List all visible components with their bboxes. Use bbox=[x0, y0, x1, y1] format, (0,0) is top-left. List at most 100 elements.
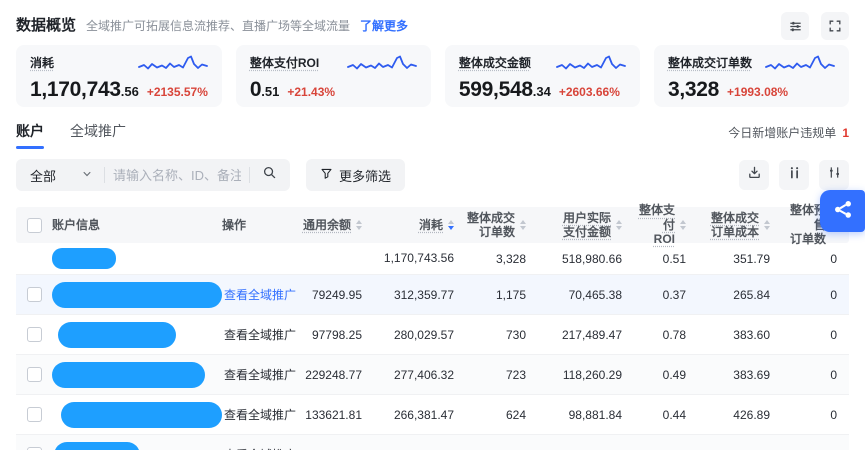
view-global-promotion-link[interactable]: 查看全域推广 bbox=[222, 366, 296, 383]
scope-dropdown[interactable]: 全部 bbox=[26, 166, 96, 185]
tab-global-promotion[interactable]: 全域推广 bbox=[70, 121, 126, 149]
row-checkbox[interactable] bbox=[27, 327, 42, 342]
kpi-change-badge: +2135.57% bbox=[147, 85, 208, 99]
kpi-change-badge: +2603.66% bbox=[559, 85, 620, 99]
kpi-value: 599,548 bbox=[459, 78, 533, 102]
columns-icon bbox=[787, 165, 802, 185]
orders-cell: 69 bbox=[466, 435, 538, 450]
cost-cell: 312,359.77 bbox=[374, 275, 466, 314]
account-redaction bbox=[61, 402, 222, 428]
search-input[interactable] bbox=[113, 168, 241, 183]
presale-cell: 0 bbox=[782, 243, 849, 274]
roi-cell: 0.45 bbox=[634, 435, 698, 450]
fullscreen-button[interactable] bbox=[821, 12, 849, 40]
share-icon bbox=[832, 198, 854, 225]
sort-caret-icon bbox=[764, 220, 770, 230]
view-global-promotion-link[interactable]: 查看全域推广 bbox=[222, 326, 296, 343]
kpi-card[interactable]: 整体成交订单数 3,328 +1993.08% bbox=[654, 45, 849, 107]
kpi-card[interactable]: 整体成交金额 599,548 .34 +2603.66% bbox=[445, 45, 640, 107]
custom-columns-button[interactable] bbox=[779, 160, 809, 190]
page-subtitle: 全域推广可拓展信息流推荐、直播广场等全域流量 bbox=[86, 17, 350, 34]
account-redaction bbox=[52, 248, 116, 269]
search-button[interactable] bbox=[258, 164, 280, 186]
roi-cell: 0.37 bbox=[634, 275, 698, 314]
table-row[interactable]: 查看全域推广229248.77277,406.32723118,260.290.… bbox=[16, 355, 849, 395]
kpi-value: 1,170,743 bbox=[30, 78, 121, 102]
select-all-checkbox[interactable] bbox=[27, 218, 42, 233]
kpi-value-decimal: .51 bbox=[261, 84, 279, 99]
row-checkbox[interactable] bbox=[27, 287, 42, 302]
column-header-roi[interactable]: 整体支付 ROI bbox=[634, 207, 698, 243]
account-redaction bbox=[52, 282, 222, 308]
column-header-cost[interactable]: 消耗 bbox=[374, 207, 466, 243]
orders-cell: 3,328 bbox=[466, 243, 538, 274]
learn-more-link[interactable]: 了解更多 bbox=[360, 17, 408, 34]
summary-row: 1,170,743.563,328518,980.660.51351.790 bbox=[16, 243, 849, 275]
pay-cell: 217,489.47 bbox=[538, 315, 634, 354]
kpi-change-badge: +21.43% bbox=[287, 85, 335, 99]
kpi-card[interactable]: 消耗 1,170,743 .56 +2135.57% bbox=[16, 45, 222, 107]
download-button[interactable] bbox=[739, 160, 769, 190]
account-info-cell bbox=[52, 315, 222, 354]
table-row[interactable]: 查看全域推广79249.95312,359.771,17570,465.380.… bbox=[16, 275, 849, 315]
cost-cell: 280,029.57 bbox=[374, 315, 466, 354]
table-header-row: 账户信息操作通用余额消耗整体成交 订单数用户实际 支付金额整体支付 ROI整体成… bbox=[16, 207, 849, 243]
account-info-cell bbox=[52, 395, 222, 434]
ocost-cell: 426.89 bbox=[698, 395, 782, 434]
sort-caret-icon bbox=[680, 220, 686, 230]
row-checkbox-cell bbox=[16, 315, 52, 354]
table-toolbar bbox=[739, 160, 849, 190]
column-header-pay[interactable]: 用户实际 支付金额 bbox=[538, 207, 634, 243]
assistant-float-button[interactable] bbox=[820, 190, 865, 232]
balance-cell: 133621.81 bbox=[302, 395, 374, 434]
kpi-sparkline bbox=[556, 53, 626, 80]
cost-cell: 277,406.32 bbox=[374, 355, 466, 394]
more-filters-button[interactable]: 更多筛选 bbox=[306, 159, 405, 191]
funnel-icon bbox=[320, 167, 333, 183]
kpi-value: 0 bbox=[250, 78, 261, 102]
kpi-label: 整体成交订单数 bbox=[668, 56, 752, 70]
accounts-table: 账户信息操作通用余额消耗整体成交 订单数用户实际 支付金额整体支付 ROI整体成… bbox=[16, 207, 849, 450]
orders-cell: 1,175 bbox=[466, 275, 538, 314]
row-checkbox-cell bbox=[16, 395, 52, 434]
view-global-promotion-link[interactable]: 查看全域推广 bbox=[222, 406, 296, 423]
ocost-cell: 265.84 bbox=[698, 275, 782, 314]
table-row[interactable]: 查看全域推广133621.81266,381.4762498,881.840.4… bbox=[16, 395, 849, 435]
view-global-promotion-link[interactable]: 查看全域推广 bbox=[222, 286, 296, 303]
table-row[interactable]: 查看全域推广43849.9430,801.126912,893.680.4544… bbox=[16, 435, 849, 450]
select-all-checkbox-cell bbox=[16, 207, 52, 243]
row-checkbox-cell bbox=[16, 275, 52, 314]
overview-settings-button[interactable] bbox=[781, 12, 809, 40]
search-icon bbox=[262, 165, 277, 185]
download-icon bbox=[747, 165, 762, 185]
account-redaction bbox=[54, 442, 140, 450]
fullscreen-icon bbox=[828, 19, 842, 33]
kpi-card[interactable]: 整体支付ROI 0 .51 +21.43% bbox=[236, 45, 431, 107]
sliders-icon bbox=[827, 165, 842, 185]
ocost-cell: 383.60 bbox=[698, 315, 782, 354]
app-window: 数据概览 全域推广可拓展信息流推荐、直播广场等全域流量 了解更多 bbox=[0, 0, 865, 450]
orders-cell: 730 bbox=[466, 315, 538, 354]
table-body: 查看全域推广79249.95312,359.771,17570,465.380.… bbox=[16, 275, 849, 450]
table-settings-button[interactable] bbox=[819, 160, 849, 190]
column-header-balance[interactable]: 通用余额 bbox=[302, 207, 374, 243]
violation-notice[interactable]: 今日新增账户违规单1 bbox=[728, 124, 849, 149]
table-row[interactable]: 查看全域推广97798.25280,029.57730217,489.470.7… bbox=[16, 315, 849, 355]
account-redaction bbox=[52, 362, 205, 388]
roi-cell: 0.44 bbox=[634, 395, 698, 434]
row-checkbox[interactable] bbox=[27, 367, 42, 382]
balance-cell bbox=[302, 243, 374, 274]
kpi-value: 3,328 bbox=[668, 78, 719, 102]
view-global-promotion-link[interactable]: 查看全域推广 bbox=[222, 446, 296, 450]
tab-accounts[interactable]: 账户 bbox=[16, 121, 44, 149]
violation-count-badge: 1 bbox=[842, 126, 849, 140]
kpi-row: 消耗 1,170,743 .56 +2135.57% 整体支付ROI 0 .51… bbox=[16, 45, 849, 107]
column-header-orders[interactable]: 整体成交 订单数 bbox=[466, 207, 538, 243]
cost-cell: 30,801.12 bbox=[374, 435, 466, 450]
kpi-value-decimal: .34 bbox=[533, 84, 551, 99]
row-checkbox[interactable] bbox=[27, 407, 42, 422]
kpi-sparkline bbox=[765, 53, 835, 80]
filter-bar: 全部 更多筛选 bbox=[0, 159, 865, 191]
column-header-ocost[interactable]: 整体成交 订单成本 bbox=[698, 207, 782, 243]
kpi-sparkline bbox=[347, 53, 417, 80]
